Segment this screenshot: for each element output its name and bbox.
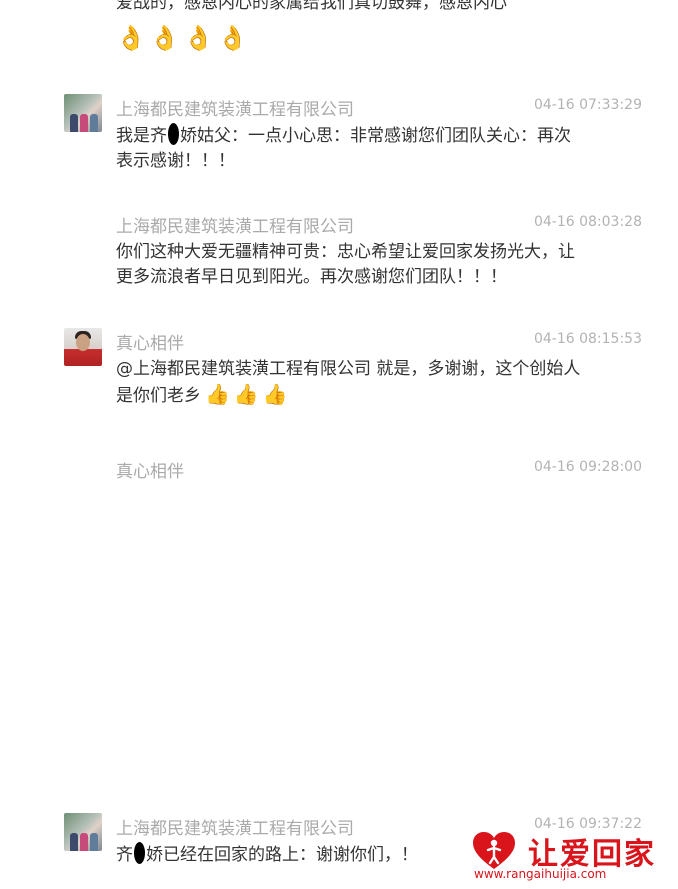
message-timestamp: 04-16 07:33:29 xyxy=(533,97,642,113)
comment-feed: 爱战的，感恩内心的家属给我们真切鼓舞，感恩内心 👌 👌 👌 👌 上海都民建筑装潢… xyxy=(0,0,678,889)
sender-name[interactable]: 真心相伴 xyxy=(116,329,184,354)
message-timestamp: 04-16 08:15:53 xyxy=(533,331,642,347)
message-text: 我是齐 娇姑父：一点小心思：非常感谢您们团队关心：再次 表示感谢！！！ xyxy=(116,123,616,174)
previous-message-emoji-row: 👌 👌 👌 👌 xyxy=(116,24,248,52)
ok-hand-emoji-icon: 👌 xyxy=(149,24,180,52)
logo-url: www.rangaihuijia.com xyxy=(474,867,607,881)
message-timestamp: 04-16 09:28:00 xyxy=(533,459,642,475)
message-text: @上海都民建筑装潢工程有限公司 就是，多谢谢，这个创始人 是你们老乡 👍 👍 👍 xyxy=(116,359,581,406)
ok-hand-emoji-icon: 👌 xyxy=(116,24,146,52)
message-timestamp: 04-16 08:03:28 xyxy=(533,214,642,230)
sender-name[interactable]: 真心相伴 xyxy=(116,457,184,482)
avatar[interactable] xyxy=(64,813,102,851)
previous-message-text: 爱战的，感恩内心的家属给我们真切鼓舞，感恩内心 xyxy=(116,0,507,13)
thumbs-up-emoji-icon: 👍 xyxy=(262,382,288,406)
thumbs-up-emoji-icon: 👍 xyxy=(233,382,259,406)
message-text: 你们这种大爱无疆精神可贵：忠心希望让爱回家发扬光大，让 更多流浪者早日见到阳光。… xyxy=(116,242,575,287)
sender-name[interactable]: 上海都民建筑装潢工程有限公司 xyxy=(116,814,354,839)
redaction-mark xyxy=(168,123,179,145)
heart-logo-icon xyxy=(473,832,515,869)
ok-hand-emoji-icon: 👌 xyxy=(217,24,248,52)
avatar[interactable] xyxy=(64,94,102,132)
ok-hand-emoji-icon: 👌 xyxy=(183,24,214,52)
rangaihuijia-logo: 让爱回家 www.rangaihuijia.com xyxy=(472,829,672,883)
thumbs-up-emoji-icon: 👍 xyxy=(205,382,230,406)
redaction-mark xyxy=(134,842,145,864)
sender-name[interactable]: 上海都民建筑装潢工程有限公司 xyxy=(116,95,354,120)
sender-name[interactable]: 上海都民建筑装潢工程有限公司 xyxy=(116,212,354,237)
avatar[interactable] xyxy=(64,328,102,366)
